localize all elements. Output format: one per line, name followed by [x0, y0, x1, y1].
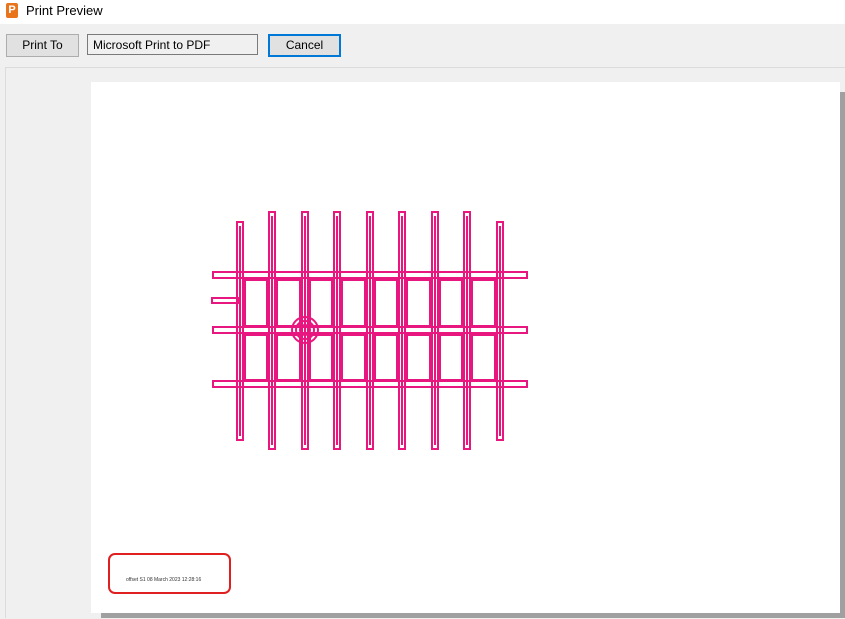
grid-cell: [244, 334, 268, 381]
grid-cell: [374, 279, 398, 327]
footer-text: offset S1 08 March 2023 12:28:16: [126, 577, 202, 583]
grid-cell: [341, 279, 366, 327]
grid-cell: [374, 334, 398, 381]
left-stub: [211, 297, 239, 304]
grid-cell: [244, 279, 268, 327]
drawing-preview: [211, 211, 528, 450]
grid-cell: [471, 334, 496, 381]
grid-cell: [406, 279, 431, 327]
grid-cell: [439, 279, 463, 327]
grid-cell: [309, 334, 333, 381]
grid-cell: [439, 334, 463, 381]
grid-cell: [471, 279, 496, 327]
footer-highlight-box: [108, 553, 231, 594]
grid-cell: [276, 334, 301, 381]
grid-cell: [341, 334, 366, 381]
grid-cell: [406, 334, 431, 381]
